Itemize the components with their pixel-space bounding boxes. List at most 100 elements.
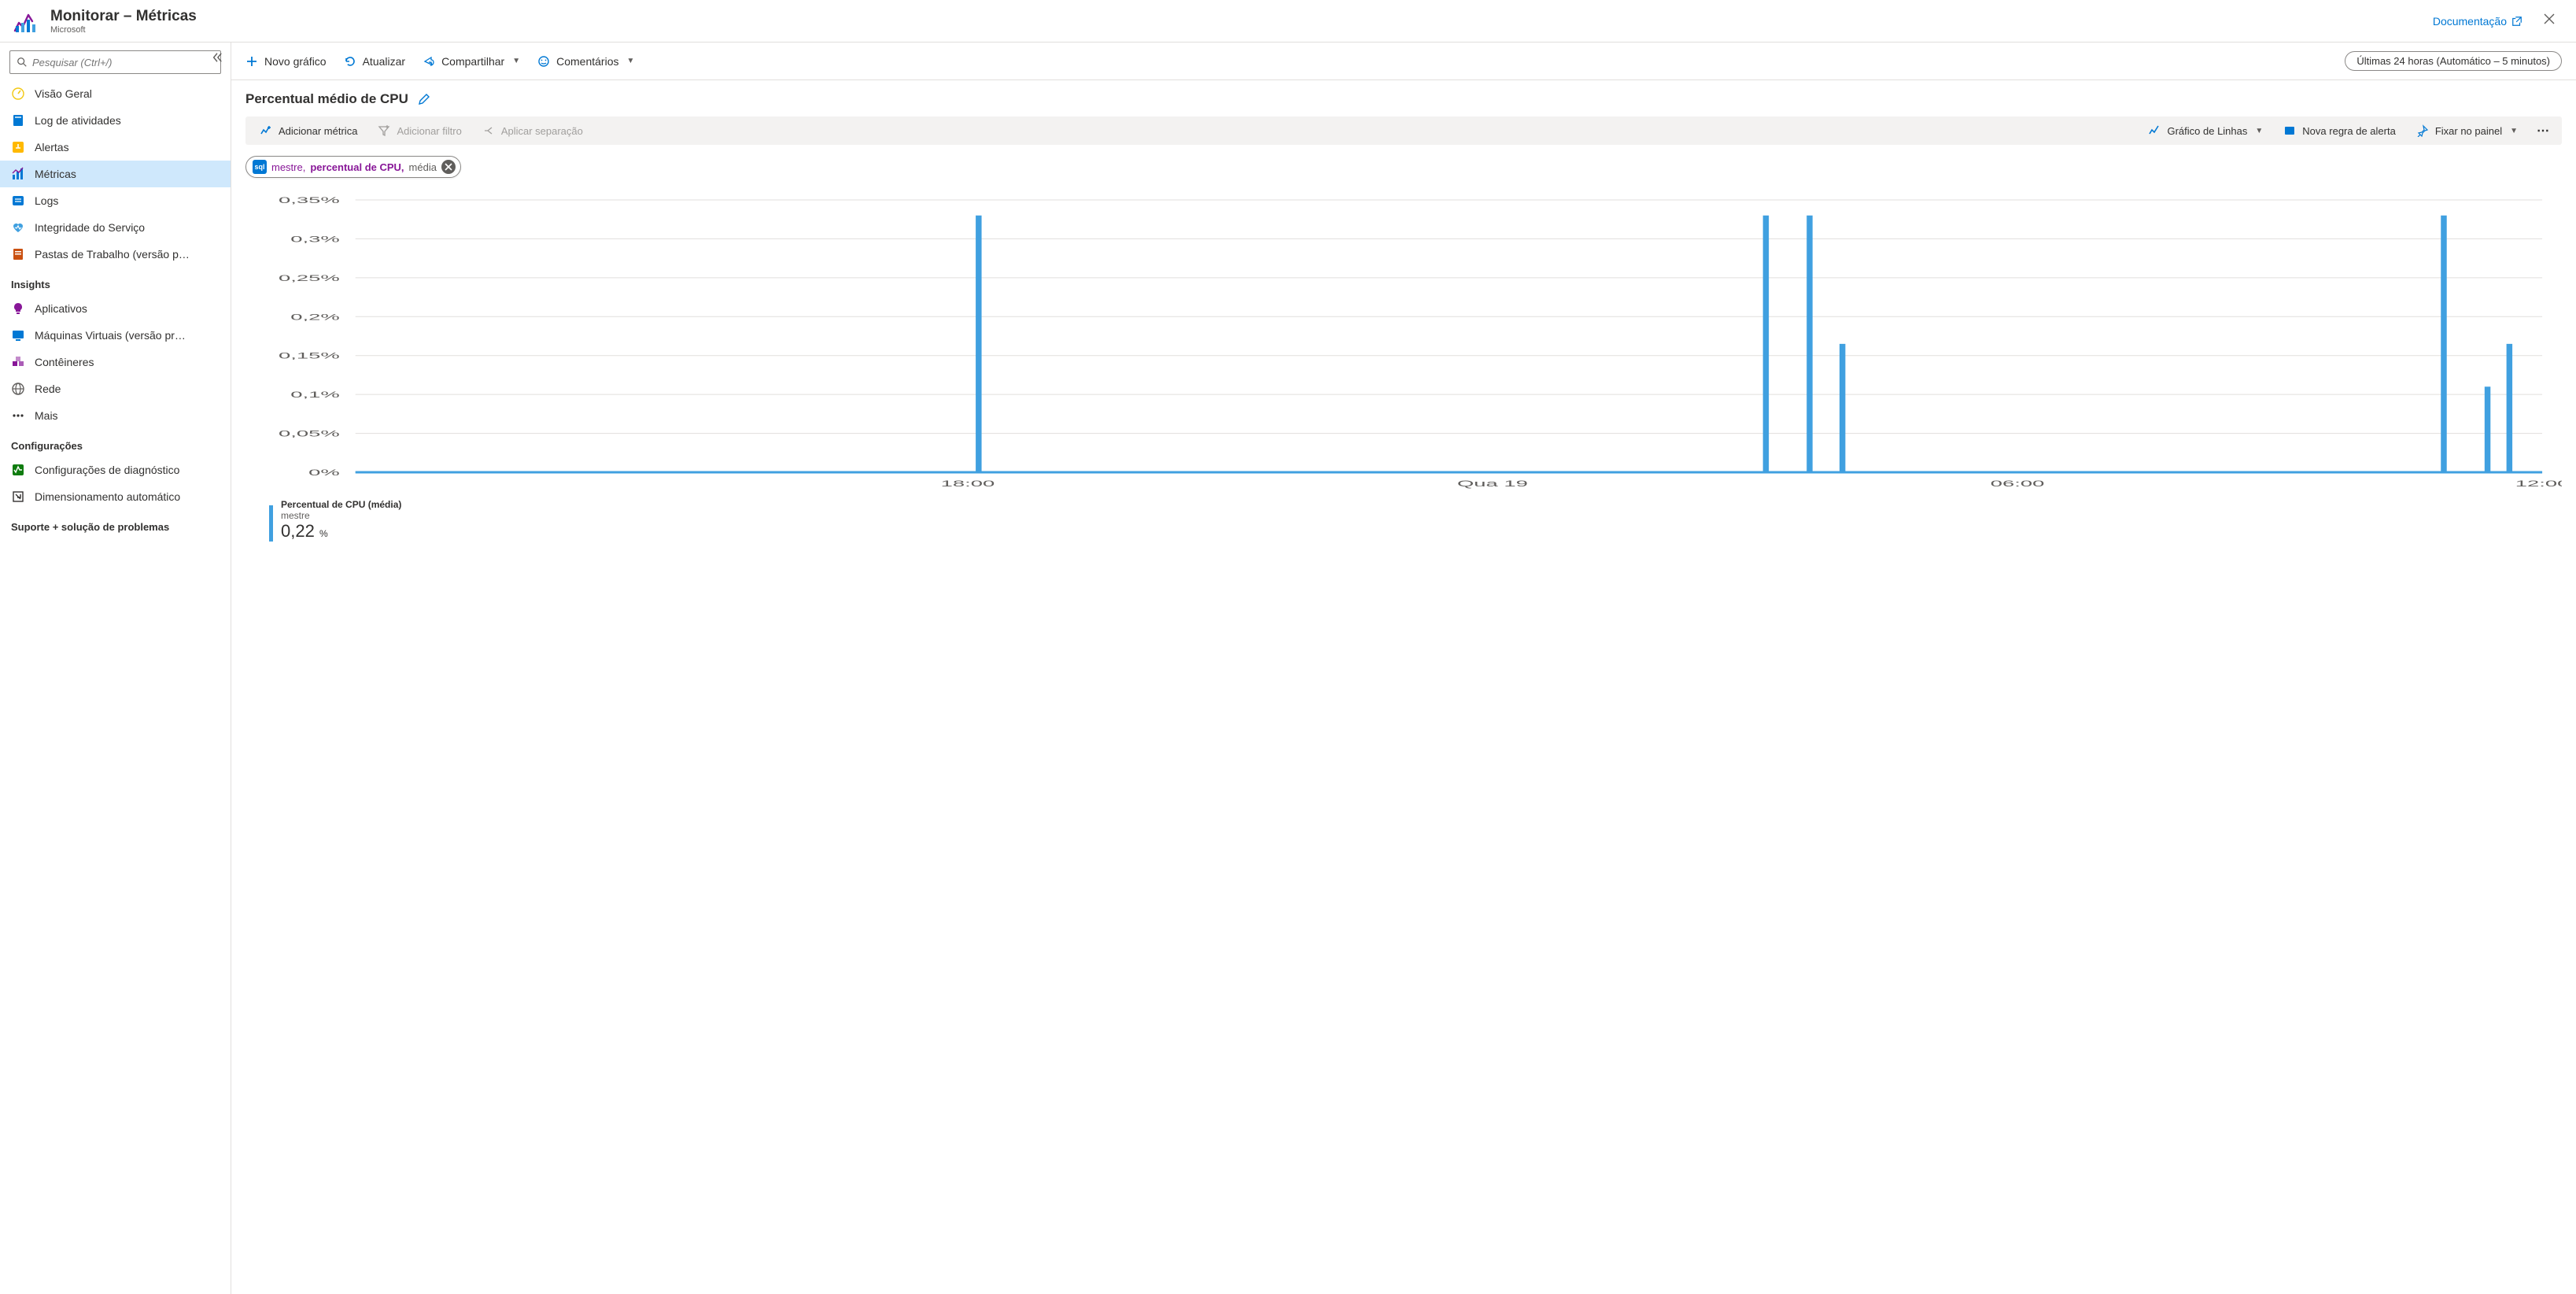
svg-text:06:00: 06:00: [1991, 479, 2045, 489]
chip-metric: percentual de CPU,: [310, 161, 404, 173]
monitor-logo: [11, 7, 39, 35]
vm-icon: [11, 328, 25, 342]
sidebar-item-label: Alertas: [35, 141, 69, 153]
pin-icon: [2416, 124, 2429, 137]
add-filter-label: Adicionar filtro: [397, 125, 461, 137]
sidebar-item-label: Rede: [35, 383, 61, 395]
book-icon: [11, 113, 25, 128]
chevron-double-left-icon: [212, 52, 223, 63]
pin-button[interactable]: Fixar no painel ▼: [2408, 121, 2526, 140]
sidebar-item-label: Logs: [35, 194, 58, 207]
time-range-picker[interactable]: Últimas 24 horas (Automático – 5 minutos…: [2345, 51, 2562, 71]
new-chart-label: Novo gráfico: [264, 55, 327, 68]
edit-icon[interactable]: [418, 93, 430, 105]
search-input[interactable]: [32, 57, 214, 68]
page-subtitle: Microsoft: [50, 25, 197, 35]
feedback-button[interactable]: Comentários ▼: [537, 55, 634, 68]
pin-label: Fixar no painel: [2435, 125, 2502, 137]
line-chart-icon: [2148, 124, 2161, 137]
refresh-button[interactable]: Atualizar: [344, 55, 405, 68]
sidebar-search[interactable]: [9, 50, 221, 74]
legend-value: 0,22: [281, 521, 315, 541]
sidebar-section-header: Suporte + solução de problemas: [0, 510, 231, 538]
metrics-chart[interactable]: 0%0,05%0,1%0,15%0,2%0,25%0,3%0,35%18:00Q…: [245, 192, 2562, 491]
refresh-icon: [344, 55, 356, 68]
close-icon: [2543, 13, 2556, 25]
svg-text:0,05%: 0,05%: [279, 429, 340, 438]
sidebar-item-label: Visão Geral: [35, 87, 92, 100]
sidebar-item-heart[interactable]: Integridade do Serviço: [0, 214, 231, 241]
share-icon: [423, 55, 435, 68]
chip-remove-button[interactable]: [441, 160, 456, 174]
sidebar-item-label: Log de atividades: [35, 114, 121, 127]
svg-text:0%: 0%: [308, 468, 340, 478]
add-filter-button: Adicionar filtro: [370, 121, 469, 140]
legend-series-name: Percentual de CPU (média): [281, 499, 401, 510]
feedback-icon: [537, 55, 550, 68]
bulb-icon: [11, 301, 25, 316]
split-icon: [482, 124, 495, 137]
bell-square-icon: [11, 140, 25, 154]
svg-text:12:00: 12:00: [2515, 479, 2562, 489]
sidebar-item-more[interactable]: Mais: [0, 402, 231, 429]
alert-icon: [2283, 124, 2296, 137]
containers-icon: [11, 355, 25, 369]
add-metric-button[interactable]: Adicionar métrica: [252, 121, 365, 140]
sidebar-item-bell-square[interactable]: Alertas: [0, 134, 231, 161]
legend-unit: %: [319, 528, 328, 539]
new-chart-button[interactable]: Novo gráfico: [245, 55, 327, 68]
svg-text:0,1%: 0,1%: [290, 390, 340, 400]
svg-text:0,15%: 0,15%: [279, 351, 340, 360]
chart-title: Percentual médio de CPU: [245, 91, 408, 107]
share-label: Compartilhar: [441, 55, 504, 68]
sidebar-item-label: Máquinas Virtuais (versão pr…: [35, 329, 186, 342]
collapse-sidebar-button[interactable]: [209, 49, 226, 68]
sidebar-section-header: Insights: [0, 268, 231, 295]
sidebar-item-book[interactable]: Log de atividades: [0, 107, 231, 134]
sidebar-item-metrics[interactable]: Métricas: [0, 161, 231, 187]
documentation-link[interactable]: Documentação: [2433, 15, 2522, 28]
sidebar-item-bulb[interactable]: Aplicativos: [0, 295, 231, 322]
sidebar-item-label: Integridade do Serviço: [35, 221, 145, 234]
gauge-icon: [11, 87, 25, 101]
close-button[interactable]: [2537, 9, 2562, 32]
metric-chip[interactable]: sql mestre, percentual de CPU, média: [245, 156, 461, 178]
chevron-down-icon: ▼: [2255, 127, 2263, 135]
close-icon: [445, 163, 452, 171]
sidebar-item-diag[interactable]: Configurações de diagnóstico: [0, 457, 231, 483]
external-link-icon: [2511, 16, 2522, 27]
feedback-label: Comentários: [556, 55, 618, 68]
new-alert-button[interactable]: Nova regra de alerta: [2275, 121, 2404, 140]
sidebar-item-gauge[interactable]: Visão Geral: [0, 80, 231, 107]
sidebar-item-globe[interactable]: Rede: [0, 375, 231, 402]
svg-text:0,3%: 0,3%: [290, 235, 340, 244]
sidebar-item-workbook[interactable]: Pastas de Trabalho (versão p…: [0, 241, 231, 268]
svg-text:Qua 19: Qua 19: [1457, 479, 1528, 489]
refresh-label: Atualizar: [363, 55, 405, 68]
svg-text:0,25%: 0,25%: [279, 273, 340, 283]
sidebar-item-vm[interactable]: Máquinas Virtuais (versão pr…: [0, 322, 231, 349]
more-options-button[interactable]: ⋯: [2530, 123, 2556, 139]
svg-text:18:00: 18:00: [941, 479, 995, 489]
legend-resource-name: mestre: [281, 510, 401, 521]
chart-type-dropdown[interactable]: Gráfico de Linhas ▼: [2140, 121, 2271, 140]
sidebar-item-label: Dimensionamento automático: [35, 490, 180, 503]
page-title: Monitorar – Métricas: [50, 8, 197, 25]
sidebar-item-label: Contêineres: [35, 356, 94, 368]
sidebar-item-label: Métricas: [35, 168, 76, 180]
sidebar-item-label: Mais: [35, 409, 58, 422]
chart-toolbar: Adicionar métrica Adicionar filtro Aplic…: [245, 116, 2562, 145]
logs-icon: [11, 194, 25, 208]
sidebar-item-label: Configurações de diagnóstico: [35, 464, 179, 476]
documentation-label: Documentação: [2433, 15, 2507, 28]
sidebar-item-containers[interactable]: Contêineres: [0, 349, 231, 375]
sidebar-item-autoscale[interactable]: Dimensionamento automático: [0, 483, 231, 510]
sidebar-item-logs[interactable]: Logs: [0, 187, 231, 214]
sql-badge-icon: sql: [253, 160, 267, 174]
chart-type-label: Gráfico de Linhas: [2167, 125, 2247, 137]
metrics-icon: [11, 167, 25, 181]
globe-icon: [11, 382, 25, 396]
share-button[interactable]: Compartilhar ▼: [423, 55, 520, 68]
legend-color-swatch: [269, 505, 273, 542]
chip-resource: mestre,: [271, 161, 305, 173]
